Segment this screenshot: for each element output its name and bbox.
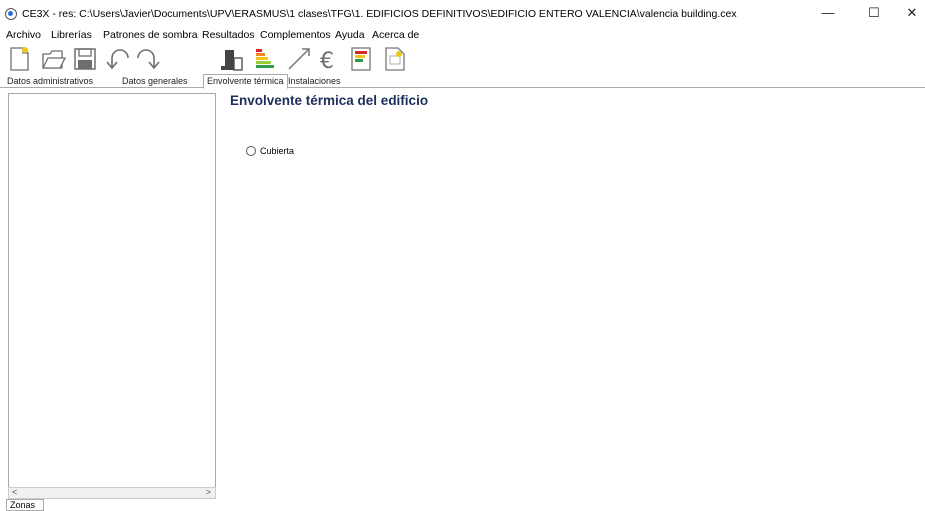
menu-complementos[interactable]: Complementos	[260, 29, 331, 41]
menu-archivo[interactable]: Archivo	[6, 29, 41, 41]
menu-acerca-de[interactable]: Acerca de	[372, 29, 419, 41]
scroll-left-icon[interactable]: <	[12, 487, 17, 497]
report-button[interactable]	[348, 46, 376, 72]
radio-cubierta[interactable]	[246, 146, 256, 156]
export-icon	[385, 47, 405, 71]
chart-trend-icon	[288, 48, 310, 70]
building-tree	[8, 93, 216, 499]
open-folder-icon	[41, 50, 67, 69]
undo-icon	[106, 49, 129, 70]
new-file-icon	[10, 47, 29, 71]
menu-patrones-de-sombra[interactable]: Patrones de sombra	[103, 29, 198, 41]
tab-datos-generales[interactable]: Datos generales	[119, 76, 191, 88]
tab-zonas[interactable]: Zonas	[6, 499, 44, 511]
export-button[interactable]	[382, 46, 410, 72]
building-icon	[221, 50, 243, 71]
menu-ayuda[interactable]: Ayuda	[335, 29, 365, 41]
undo-button[interactable]	[104, 46, 132, 72]
app-icon	[5, 8, 17, 20]
redo-icon	[137, 49, 160, 70]
economic-analysis-button[interactable]: €	[316, 46, 344, 74]
tab-envolvente-termica[interactable]: Envolvente térmica	[203, 74, 288, 89]
menu-librerias[interactable]: Librerías	[51, 29, 92, 41]
tab-datos-administrativos[interactable]: Datos administrativos	[4, 76, 96, 88]
save-button[interactable]	[72, 46, 100, 72]
title-bar: CE3X - res: C:\Users\Javier\Documents\UP…	[0, 0, 925, 26]
tab-instalaciones[interactable]: Instalaciones	[285, 76, 344, 88]
energy-rating-button[interactable]	[252, 46, 280, 72]
euro-icon: €	[320, 49, 334, 74]
toolbar: €	[0, 44, 925, 74]
svg-text:€: €	[320, 49, 334, 72]
report-icon	[351, 47, 371, 71]
open-folder-button[interactable]	[40, 46, 68, 72]
redo-button[interactable]	[136, 46, 164, 72]
radio-label-cubierta: Cubierta	[260, 146, 295, 156]
maximize-button[interactable]: ☐	[859, 4, 889, 22]
scroll-right-icon[interactable]: >	[206, 487, 211, 497]
new-file-button[interactable]	[6, 46, 34, 72]
improvement-measures-button[interactable]	[286, 46, 314, 72]
envolvente-title: Envolvente térmica del edificio	[230, 93, 429, 108]
tree-horizontal-scrollbar[interactable]: < >	[8, 487, 216, 499]
main-tabs: Datos administrativos Datos generales En…	[0, 74, 925, 89]
window-title: CE3X - res: C:\Users\Javier\Documents\UP…	[22, 8, 737, 20]
close-button[interactable]: ✕	[897, 4, 925, 22]
minimize-button[interactable]: —	[813, 4, 843, 22]
save-icon	[74, 48, 96, 70]
main-panel: Envolvente térmica del edificio Cubierta	[228, 90, 925, 511]
energy-rating-icon	[256, 49, 274, 68]
building-button[interactable]	[218, 46, 246, 72]
menu-resultados[interactable]: Resultados	[202, 29, 255, 41]
menu-bar: Archivo Librerías Patrones de sombra Res…	[0, 26, 925, 44]
